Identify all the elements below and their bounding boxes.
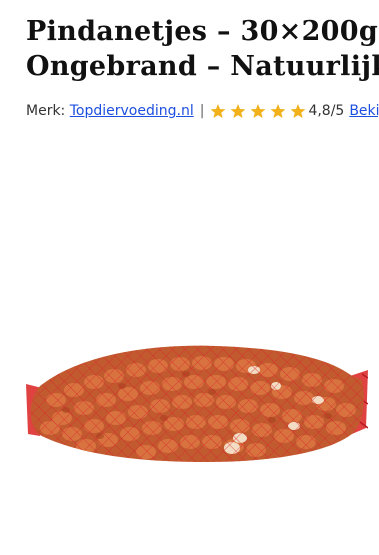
product-meta: Merk: Topdiervoeding.nl | 4,8/5 Bekijk 6 — [26, 100, 379, 122]
star-icon — [290, 103, 306, 119]
rating-value: 4,8/5 — [308, 103, 345, 119]
star-icon — [270, 103, 286, 119]
star-icon — [230, 103, 246, 119]
meta-separator: | — [199, 103, 205, 119]
product-title: Pindanetjes – 30×200g (6 Ongebrand – Nat… — [26, 14, 379, 84]
star-icon — [250, 103, 266, 119]
reviews-link[interactable]: Bekijk 6 — [349, 103, 379, 119]
product-page: Pindanetjes – 30×200g (6 Ongebrand – Nat… — [26, 14, 379, 555]
peanuts — [30, 345, 364, 462]
product-title-line-1: Pindanetjes – 30×200g (6 — [26, 16, 379, 47]
brand-link[interactable]: Topdiervoeding.nl — [70, 103, 194, 119]
rating-stars — [210, 103, 306, 119]
peanut-net-image — [26, 345, 368, 462]
brand-label: Merk: — [26, 103, 66, 119]
star-icon — [210, 103, 226, 119]
product-title-line-2: Ongebrand – Natuurlijk V — [26, 51, 379, 82]
